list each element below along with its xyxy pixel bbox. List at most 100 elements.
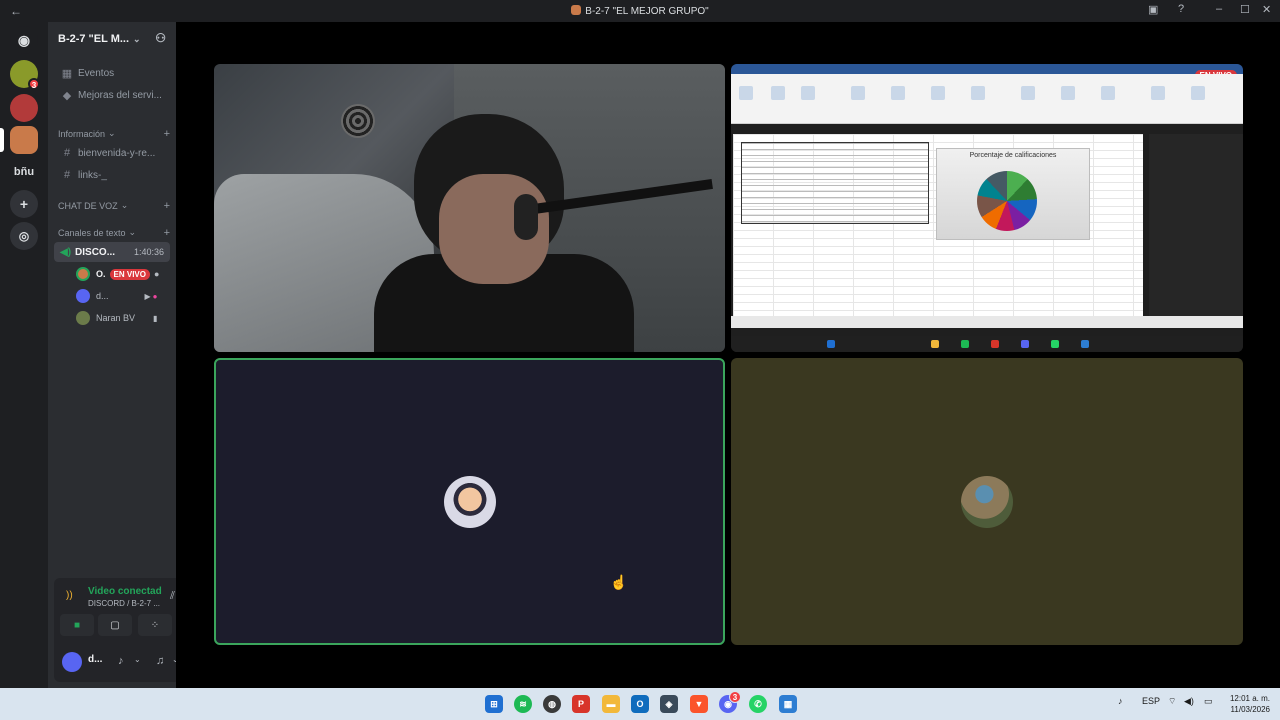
help-icon[interactable]: ? — [1178, 3, 1184, 15]
microphone-image — [514, 194, 538, 240]
category-text[interactable]: Canales de texto ⌄ + — [58, 227, 170, 239]
whatsapp-icon[interactable]: ✆ — [749, 695, 767, 713]
plus-icon[interactable]: + — [164, 200, 170, 212]
app-icon[interactable]: ▦ — [779, 695, 797, 713]
channel-links[interactable]: # links-_ — [54, 165, 170, 185]
brave-icon[interactable]: ▼ — [690, 695, 708, 713]
chat-bubble-icon: ● — [153, 269, 160, 279]
participant-tile-2[interactable] — [731, 358, 1243, 645]
plus-icon[interactable]: + — [10, 190, 38, 218]
avatar[interactable] — [62, 652, 82, 672]
screen-share-icon: ▢ — [110, 619, 120, 631]
microphone-tray-icon[interactable]: ♪ — [1118, 696, 1123, 706]
avatar — [961, 475, 1013, 528]
plus-icon[interactable]: + — [164, 128, 170, 140]
hash-icon: # — [63, 169, 71, 181]
server-rail: ◉ 3 bñu + ◎ — [0, 22, 48, 688]
title-bar: ← B-2-7 "EL MEJOR GRUPO" ▣ ? – ☐ ✕ — [0, 0, 1280, 22]
minimize-icon[interactable]: – — [1216, 3, 1222, 15]
camera-tile[interactable] — [214, 64, 725, 352]
avatar — [443, 475, 496, 528]
chart-title: Porcentaje de calificaciones — [969, 152, 1057, 159]
battery-icon[interactable]: ▭ — [1204, 696, 1213, 707]
sidebar-item-events[interactable]: ▦ Eventos — [54, 63, 170, 83]
windows-start-icon[interactable]: ⊞ — [485, 695, 503, 713]
activity-icon: ▮ — [153, 313, 158, 323]
activity-icon: ● — [152, 291, 158, 301]
close-icon[interactable]: ✕ — [1262, 3, 1271, 16]
language-indicator[interactable]: ESP — [1142, 696, 1160, 706]
server-4[interactable]: bñu — [10, 158, 38, 186]
inbox-icon[interactable]: ▣ — [1148, 3, 1158, 16]
compass-icon[interactable]: ◎ — [10, 222, 38, 250]
voice-channel-disco[interactable]: ◀) DISCO... 1:40:36 — [54, 242, 170, 262]
server-2[interactable] — [10, 94, 38, 122]
sheet-tabs — [731, 316, 1243, 328]
user-name[interactable]: d... — [88, 654, 102, 665]
obs-icon[interactable]: ◍ — [543, 695, 561, 713]
server-badge: 3 — [28, 78, 40, 90]
spreadsheet-titlebar — [731, 64, 1243, 74]
windows-taskbar: ⊞ ≋ ◍ P ▬ O ◈ ▼ ◉ 3 ✆ ▦ ♪ ESP ⌔ ◀) ▭ 12:0… — [0, 688, 1280, 720]
clock-date: 11/03/2026 — [1230, 705, 1270, 714]
dartboard-image — [341, 104, 375, 138]
category-voice[interactable]: CHAT DE VOZ ⌄ + — [58, 200, 170, 212]
category-info[interactable]: Información ⌄ + — [58, 128, 170, 140]
discord-window: ← B-2-7 "EL MEJOR GRUPO" ▣ ? – ☐ ✕ ◉ 3 b… — [0, 0, 1280, 688]
chevron-down-icon[interactable]: ⌄ — [134, 655, 141, 664]
connection-channel[interactable]: DISCORD / B-2-7 ... — [88, 599, 160, 608]
discord-logo-icon[interactable]: ◉ — [10, 26, 38, 54]
pie-chart — [977, 171, 1037, 231]
discord-badge: 3 — [729, 691, 741, 703]
screen-share-button[interactable]: ▢ — [98, 614, 132, 636]
clock-time: 12:01 a. m. — [1229, 694, 1270, 703]
activities-button[interactable]: ⁘ — [138, 614, 172, 636]
chevron-down-icon: ⌄ — [108, 128, 116, 138]
speaker-icon: ◀) — [60, 246, 72, 258]
voice-user-d[interactable]: d... ▶ ● — [76, 286, 170, 306]
chevron-down-icon: ⌄ — [133, 33, 141, 44]
server-3[interactable] — [10, 126, 38, 154]
screen-share-tile[interactable]: EN VIVO Porcentaje de calificaciones — [731, 64, 1243, 352]
noise-suppression-icon[interactable]: ⫽ — [170, 590, 175, 603]
server-header[interactable]: B-2-7 "EL M... ⌄ ⚇ — [48, 22, 176, 56]
spreadsheet-table — [741, 142, 929, 224]
plus-icon[interactable]: + — [164, 227, 170, 239]
spotify-icon[interactable]: ≋ — [514, 695, 532, 713]
clock[interactable]: 12:01 a. m. 11/03/2026 — [1230, 693, 1270, 715]
headphones-icon[interactable]: ♫ — [156, 655, 164, 667]
chevron-down-icon: ⌄ — [120, 200, 129, 210]
voice-user-o[interactable]: O. EN VIVO ● — [76, 264, 170, 284]
active-server-pill — [0, 128, 4, 152]
hash-icon: # — [63, 147, 71, 159]
channel-sidebar: B-2-7 "EL M... ⌄ ⚇ ▦ Eventos ◆ Mejoras del… — [48, 22, 218, 688]
channel-bienvenida[interactable]: # bienvenida-y-re... — [54, 143, 170, 163]
avatar — [76, 311, 90, 325]
davinci-icon[interactable]: ◈ — [660, 695, 678, 713]
participant-tile-1[interactable] — [214, 358, 725, 645]
server-1[interactable]: 3 — [10, 60, 40, 90]
format-pane — [1149, 134, 1243, 316]
discord-icon[interactable]: ◉ 3 — [719, 691, 741, 713]
camera-icon: ▶ — [144, 291, 151, 301]
pdf-icon[interactable]: P — [572, 695, 590, 713]
maximize-icon[interactable]: ☐ — [1240, 3, 1250, 16]
outlook-icon[interactable]: O — [631, 695, 649, 713]
camera-button[interactable]: ■ — [60, 614, 94, 636]
voice-user-naran[interactable]: Naran BV ▮ — [76, 308, 170, 328]
shared-taskbar — [731, 336, 1243, 352]
sidebar-item-boosts[interactable]: ◆ Mejoras del servi... — [54, 85, 170, 105]
server-icon — [571, 5, 582, 15]
hand-cursor-icon: ☝ — [610, 574, 628, 590]
wifi-icon[interactable]: ⌔ — [1168, 696, 1176, 707]
invite-icon[interactable]: ⚇ — [155, 31, 166, 45]
call-stage: EN VIVO Porcentaje de calificaciones — [176, 22, 1280, 688]
volume-icon[interactable]: ◀) — [1184, 696, 1194, 707]
microphone-icon[interactable]: ♪ — [118, 655, 124, 667]
connection-status[interactable]: Video conectad — [88, 586, 162, 597]
avatar — [76, 289, 90, 303]
pie-chart-panel: Porcentaje de calificaciones — [936, 148, 1090, 240]
signal-icon: )) — [66, 590, 73, 601]
file-explorer-icon[interactable]: ▬ — [602, 695, 620, 713]
boost-icon: ◆ — [62, 89, 72, 102]
